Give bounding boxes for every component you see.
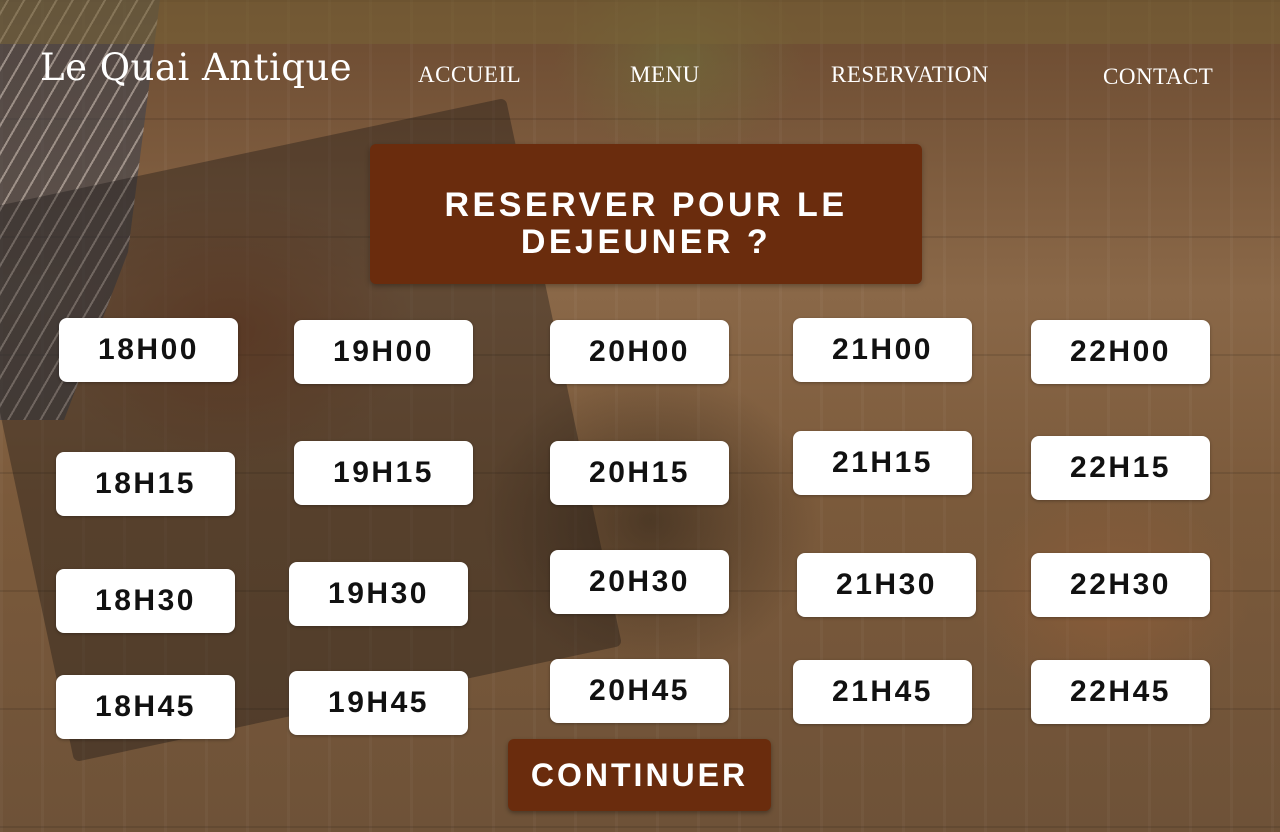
time-slot-21h30[interactable]: 21H30 xyxy=(797,553,976,617)
banner-title: RESERVER POUR LE DEJEUNER ? xyxy=(444,186,848,261)
time-slot-21h00[interactable]: 21H00 xyxy=(793,318,972,382)
nav-link-menu[interactable]: MENU xyxy=(630,62,700,88)
time-slot-22h00[interactable]: 22H00 xyxy=(1031,320,1210,384)
time-slot-20h30[interactable]: 20H30 xyxy=(550,550,729,614)
time-slot-18h00[interactable]: 18H00 xyxy=(59,318,238,382)
time-slot-21h45[interactable]: 21H45 xyxy=(793,660,972,724)
time-slot-18h15[interactable]: 18H15 xyxy=(56,452,235,516)
time-slot-19h15[interactable]: 19H15 xyxy=(294,441,473,505)
time-slot-22h15[interactable]: 22H15 xyxy=(1031,436,1210,500)
time-slot-19h45[interactable]: 19H45 xyxy=(289,671,468,735)
nav-link-contact[interactable]: CONTACT xyxy=(1103,64,1213,90)
continue-button[interactable]: CONTINUER xyxy=(508,739,771,811)
time-slot-18h30[interactable]: 18H30 xyxy=(56,569,235,633)
time-slot-19h30[interactable]: 19H30 xyxy=(289,562,468,626)
nav-link-reservation[interactable]: RESERVATION xyxy=(831,62,989,88)
site-logo[interactable]: Le Quai Antique xyxy=(40,46,352,89)
time-slot-19h00[interactable]: 19H00 xyxy=(294,320,473,384)
nav-link-accueil[interactable]: ACCUEIL xyxy=(418,62,521,88)
time-slot-20h00[interactable]: 20H00 xyxy=(550,320,729,384)
time-slot-22h45[interactable]: 22H45 xyxy=(1031,660,1210,724)
top-bar xyxy=(0,0,1280,44)
time-slot-22h30[interactable]: 22H30 xyxy=(1031,553,1210,617)
time-slot-21h15[interactable]: 21H15 xyxy=(793,431,972,495)
time-slot-20h45[interactable]: 20H45 xyxy=(550,659,729,723)
time-slot-18h45[interactable]: 18H45 xyxy=(56,675,235,739)
reservation-banner: RESERVER POUR LE DEJEUNER ? xyxy=(370,144,922,284)
time-slot-20h15[interactable]: 20H15 xyxy=(550,441,729,505)
